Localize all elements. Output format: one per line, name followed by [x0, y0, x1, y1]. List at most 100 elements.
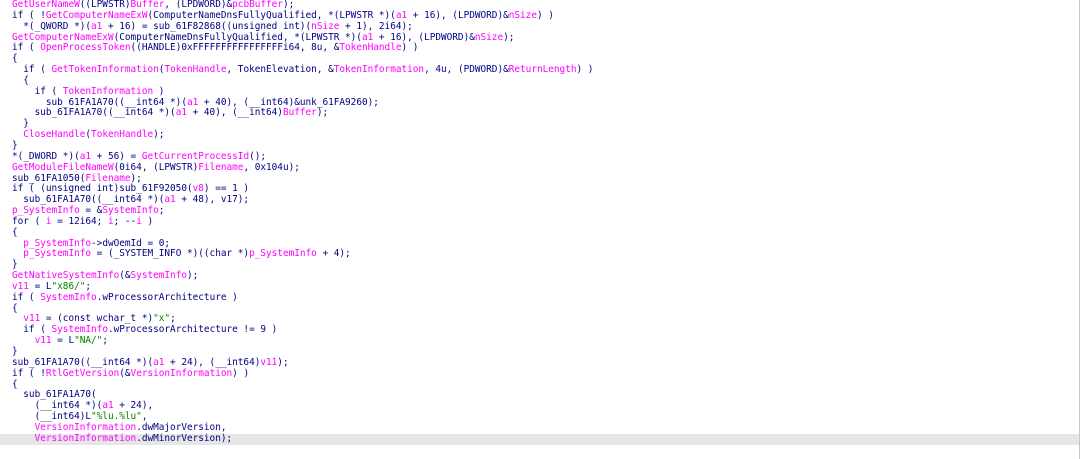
code-line[interactable]: sub_61FA1A70( — [0, 389, 1080, 401]
code-identifier[interactable]: GetComputerNameExW — [46, 10, 148, 21]
code-text: sub_61FA1A70((__int64 *)( — [12, 107, 176, 119]
code-text: sub_61FA1A70((__int64 *)( — [12, 194, 165, 206]
code-text: ; — [170, 313, 176, 325]
code-identifier[interactable]: nSize — [475, 32, 503, 43]
code-identifier[interactable]: p_SystemInfo — [249, 248, 317, 259]
code-text: *(_DWORD *)( — [12, 150, 80, 162]
code-line[interactable]: if ( GetTokenInformation(TokenHandle, To… — [0, 64, 1080, 76]
code-identifier[interactable]: Filename — [198, 162, 243, 173]
code-line[interactable]: sub_61FA1A70((__int64 *)(a1 + 40), (__in… — [0, 108, 1080, 119]
code-identifier[interactable]: SystemInfo — [131, 270, 187, 281]
code-identifier[interactable]: v8 — [193, 183, 204, 194]
code-identifier[interactable]: TokenHandle — [339, 42, 401, 53]
code-text: ->dwOemId = 0; — [91, 237, 171, 249]
code-text: (& — [119, 367, 131, 379]
code-text: sub_61FA1A70( — [12, 389, 97, 401]
code-identifier[interactable]: OpenProcessToken — [40, 42, 130, 53]
code-identifier[interactable]: SystemInfo — [52, 324, 108, 335]
code-identifier[interactable]: v11 — [23, 313, 40, 325]
code-identifier[interactable]: SystemInfo — [40, 292, 96, 303]
code-line[interactable]: (__int64 *)(a1 + 24), — [0, 400, 1080, 412]
code-line[interactable]: GetModuleFileNameW(0i64, (LPWSTR)Filenam… — [0, 161, 1080, 174]
code-line[interactable]: p_SystemInfo = (_SYSTEM_INFO *)((char *)… — [0, 248, 1080, 260]
code-text: ) — [141, 215, 154, 227]
code-identifier[interactable]: a1 — [102, 400, 113, 411]
code-text: ); — [282, 0, 295, 10]
code-identifier[interactable]: TokenInformation — [334, 64, 424, 75]
code-identifier[interactable]: a1 — [153, 357, 164, 368]
code-identifier[interactable]: p_SystemInfo — [23, 248, 91, 259]
code-identifier[interactable]: ReturnLength — [509, 64, 577, 75]
code-identifier[interactable]: nSize — [311, 21, 339, 32]
code-identifier[interactable]: a1 — [80, 151, 91, 162]
code-text: + 24), (__int64) — [164, 356, 261, 368]
code-line[interactable]: VersionInformation.dwMinorVersion); — [0, 433, 1080, 445]
code-identifier[interactable]: a1 — [164, 194, 175, 205]
code-identifier[interactable]: nSize — [509, 10, 537, 21]
code-text: + 40), (__int64)&unk_61FA9260); — [198, 96, 379, 108]
code-text: + 56) = — [91, 150, 142, 162]
code-text: = 12i64; — [51, 215, 108, 227]
code-line[interactable]: GetNativeSystemInfo(&SystemInfo); — [0, 270, 1080, 282]
code-identifier[interactable]: GetComputerNameExW — [12, 32, 114, 43]
code-line[interactable]: { — [0, 378, 1080, 391]
code-line[interactable]: p_SystemInfo = &SystemInfo; — [0, 205, 1080, 217]
code-identifier[interactable]: a1 — [91, 21, 102, 32]
code-listing: GetUserNameW((LPWSTR)Buffer, (LPDWORD)&p… — [0, 0, 1080, 445]
code-line[interactable]: if ( SystemInfo.wProcessorArchitecture !… — [0, 324, 1080, 336]
code-identifier[interactable]: a1 — [362, 32, 373, 43]
code-identifier[interactable]: RtlGetVersion — [46, 368, 119, 379]
code-identifier[interactable]: Buffer — [131, 0, 165, 10]
code-text: ((HANDLE)0xFFFFFFFFFFFFFFFFi64, 8u, & — [130, 42, 340, 54]
code-identifier[interactable]: CloseHandle — [23, 129, 85, 140]
code-text: { — [12, 74, 29, 86]
code-text: (& — [119, 270, 131, 282]
code-line[interactable]: for ( i = 12i64; i; --i ) — [0, 215, 1080, 228]
code-identifier[interactable]: a1 — [396, 10, 407, 21]
code-identifier[interactable]: GetUserNameW — [12, 0, 80, 10]
code-identifier[interactable]: pcbBuffer — [232, 0, 283, 10]
code-identifier[interactable]: TokenHandle — [164, 64, 226, 75]
code-identifier[interactable]: TokenHandle — [91, 129, 153, 140]
code-text: sub_61FA1A70((__int64 *)( — [12, 96, 187, 108]
code-text: + 16), (LPDWORD)& — [373, 31, 475, 43]
code-identifier[interactable]: a1 — [187, 97, 198, 108]
code-identifier[interactable]: v11 — [12, 281, 29, 292]
code-line[interactable]: CloseHandle(TokenHandle); — [0, 129, 1080, 141]
code-text: { — [12, 378, 18, 390]
code-identifier[interactable]: TokenInformation — [63, 86, 153, 97]
code-identifier[interactable]: Filename — [85, 173, 130, 184]
code-identifier[interactable]: p_SystemInfo — [23, 238, 91, 249]
code-text: (0i64, (LPWSTR) — [113, 161, 199, 173]
code-text: , 0x104u); — [243, 161, 300, 173]
code-text: if ( ! — [12, 367, 46, 379]
code-line[interactable]: if ( OpenProcessToken((HANDLE)0xFFFFFFFF… — [0, 42, 1080, 54]
code-text: ((LPWSTR) — [79, 0, 131, 10]
code-identifier[interactable]: GetNativeSystemInfo — [12, 270, 119, 281]
code-line[interactable]: if ( SystemInfo.wProcessorArchitecture ) — [0, 292, 1080, 304]
code-text: (); — [249, 150, 267, 162]
code-line[interactable]: if ( !RtlGetVersion(&VersionInformation)… — [0, 367, 1080, 380]
code-identifier[interactable]: GetModuleFileNameW — [12, 162, 114, 173]
code-text: ); — [187, 270, 199, 282]
code-identifier[interactable]: GetTokenInformation — [52, 64, 159, 75]
code-identifier[interactable]: a1 — [176, 107, 187, 119]
code-text: if ( ! — [12, 9, 46, 21]
code-line[interactable]: v11 = L"NA/"; — [0, 335, 1080, 347]
code-identifier[interactable]: v11 — [260, 357, 277, 368]
code-identifier[interactable]: VersionInformation — [35, 422, 137, 433]
code-identifier[interactable]: VersionInformation — [131, 368, 233, 379]
code-string: "x" — [153, 313, 171, 325]
code-identifier[interactable]: v11 — [35, 335, 52, 346]
code-identifier[interactable]: p_SystemInfo — [12, 205, 80, 216]
code-identifier[interactable]: GetCurrentProcessId — [142, 151, 249, 162]
code-text: = L — [51, 335, 75, 347]
pseudocode-view[interactable]: GetUserNameW((LPWSTR)Buffer, (LPDWORD)&p… — [0, 0, 1080, 459]
code-identifier[interactable]: Buffer — [283, 107, 317, 119]
code-identifier[interactable]: SystemInfo — [102, 205, 158, 216]
code-identifier[interactable]: VersionInformation — [35, 433, 137, 444]
code-text: { — [12, 53, 18, 65]
code-text: (ComputerNameDnsFullyQualified, *(LPWSTR… — [113, 31, 362, 43]
